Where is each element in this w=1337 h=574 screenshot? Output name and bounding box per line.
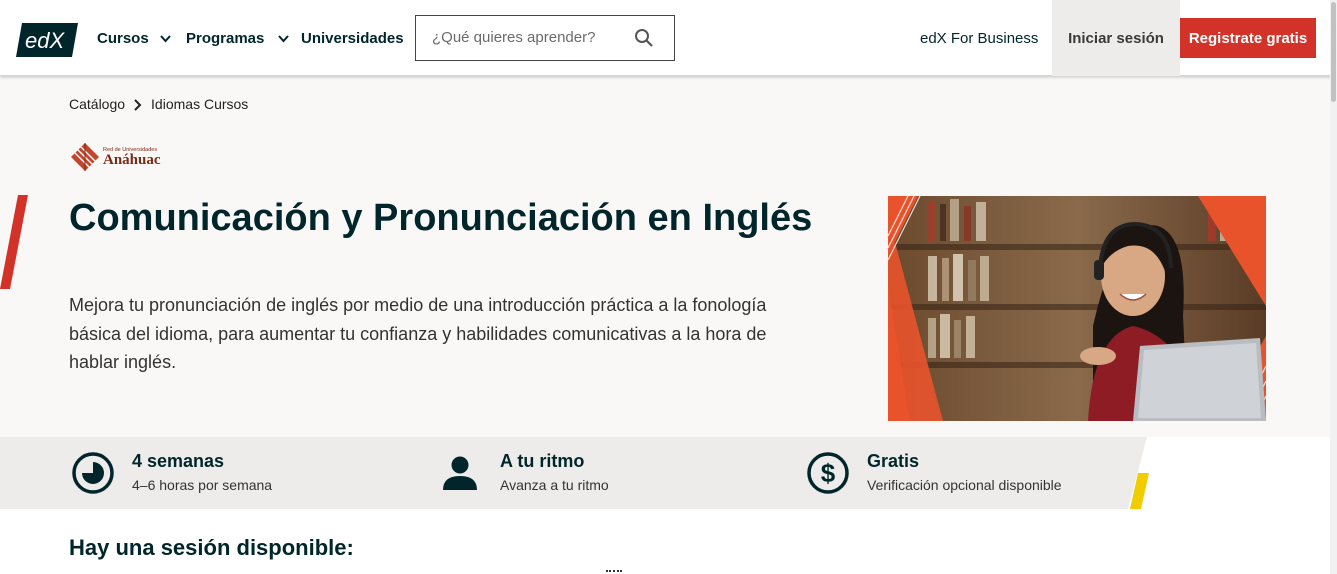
dollar-icon: $ — [806, 451, 850, 495]
stat-duration-sub: 4–6 horas por semana — [132, 477, 273, 493]
business-link[interactable]: edX For Business — [920, 30, 1038, 47]
logo-text: edX — [25, 28, 65, 53]
search-input[interactable] — [432, 29, 632, 46]
search-icon[interactable] — [634, 28, 654, 48]
stat-price-sub: Verificación opcional disponible — [867, 477, 1062, 493]
session-heading: Hay una sesión disponible: — [69, 535, 354, 560]
yellow-accent-slash — [1130, 473, 1149, 509]
anahuac-emblem-icon — [71, 143, 99, 171]
edx-logo[interactable]: edX — [16, 23, 78, 57]
stat-pace-label: A tu ritmo — [500, 451, 585, 471]
stat-duration-label: 4 semanas — [132, 451, 225, 471]
nav-programas-label: Programas — [186, 30, 265, 47]
person-icon — [439, 451, 483, 495]
partner-name: Anáhuac — [103, 151, 161, 168]
stats-band — [0, 437, 1147, 509]
svg-text:$: $ — [821, 458, 836, 488]
signin-button[interactable]: Iniciar sesión — [1052, 0, 1180, 76]
chevron-down-icon — [159, 32, 172, 45]
page-scrollbar[interactable] — [1330, 0, 1337, 574]
breadcrumb-idiomas[interactable]: Idiomas Cursos — [151, 96, 248, 112]
red-accent-slash — [0, 195, 28, 289]
search-box — [415, 15, 675, 61]
course-description: Mejora tu pronunciación de inglés por me… — [69, 295, 767, 372]
nav-cursos[interactable]: Cursos — [97, 30, 172, 47]
register-button[interactable]: Registrate gratis — [1180, 18, 1316, 58]
breadcrumb: Catálogo Idiomas Cursos — [69, 96, 248, 112]
stat-price-label: Gratis — [867, 451, 920, 471]
stat-pace-sub: Avanza a tu ritmo — [500, 477, 609, 493]
clock-icon — [71, 451, 115, 495]
nav-universidades-label: Universidades — [301, 30, 404, 47]
partner-logo[interactable]: Red de Universidades Anáhuac — [71, 141, 163, 173]
nav-cursos-label: Cursos — [97, 30, 149, 47]
chevron-right-icon — [133, 98, 143, 111]
chevron-down-icon — [277, 32, 290, 45]
site-header: edX Cursos Programas Universidades edX F… — [0, 0, 1337, 76]
course-title: Comunicación y Pronunciación en Inglés — [69, 197, 813, 239]
content-edge — [606, 570, 622, 572]
breadcrumb-catalogo[interactable]: Catálogo — [69, 96, 125, 112]
scrollbar-thumb[interactable] — [1331, 2, 1336, 102]
course-image — [888, 196, 1266, 421]
course-hero: Catálogo Idiomas Cursos Red de Universid… — [0, 77, 1330, 437]
nav-universidades[interactable]: Universidades — [301, 30, 404, 47]
nav-programas[interactable]: Programas — [186, 30, 290, 47]
course-stats: 4 semanas 4–6 horas por semana A tu ritm… — [0, 437, 1330, 509]
